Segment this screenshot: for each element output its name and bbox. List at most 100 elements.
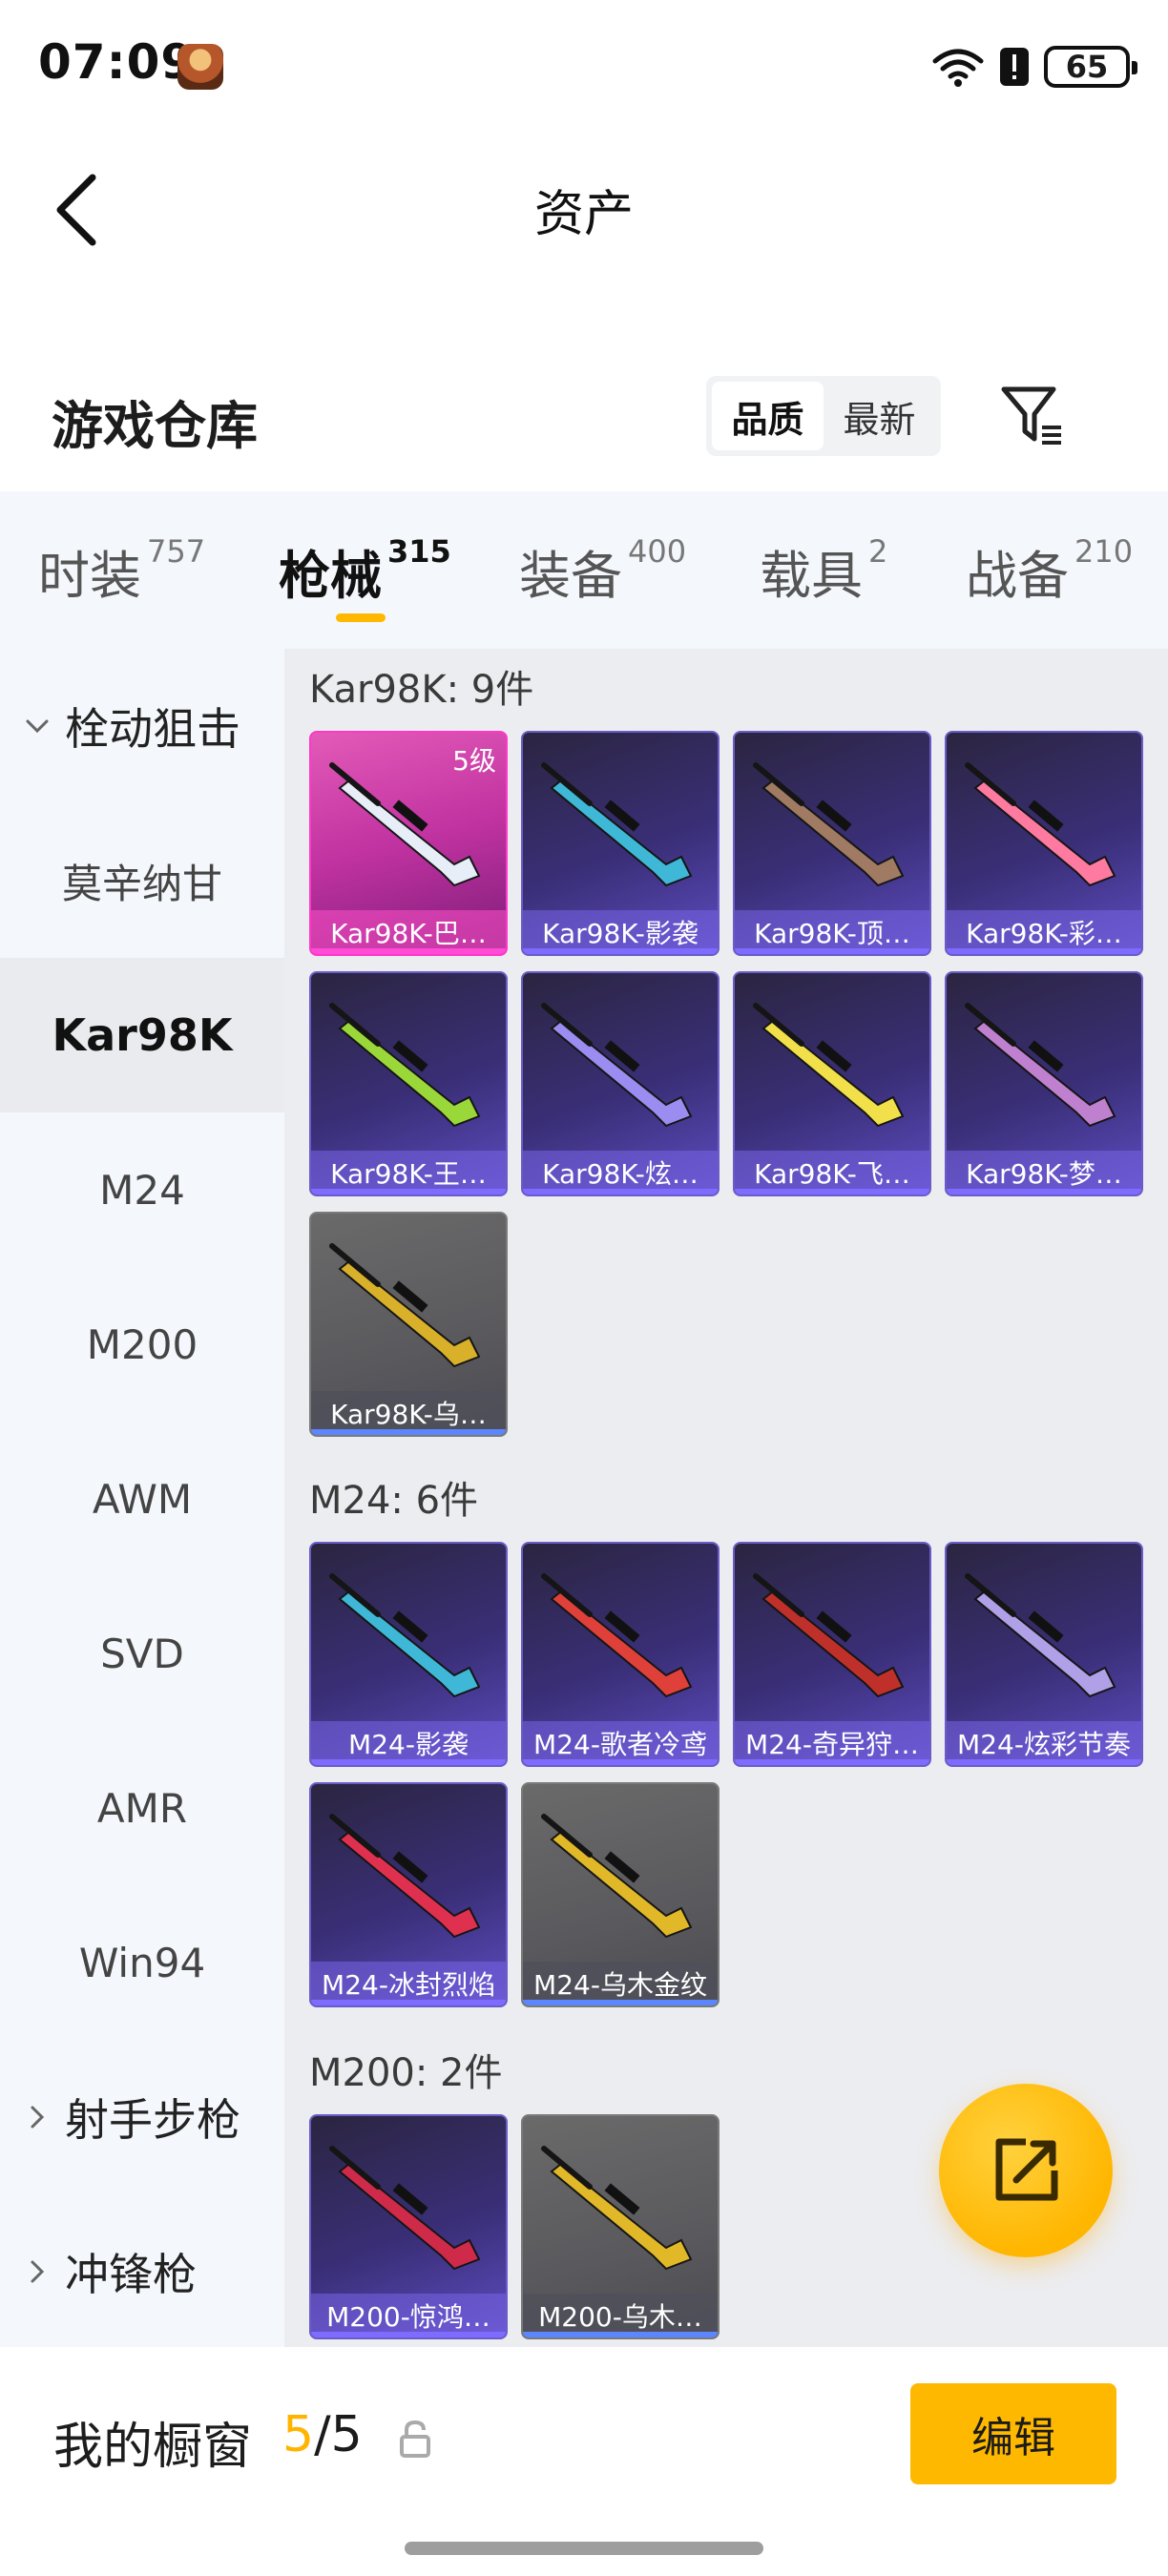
- tab-label: 装备: [519, 546, 622, 606]
- rifle-icon: [329, 1573, 481, 1698]
- rifle-icon: [541, 2146, 693, 2271]
- page-title: 资产: [533, 186, 634, 243]
- rifle-icon: [965, 1003, 1116, 1128]
- showcase-count-current: 5: [282, 2406, 315, 2463]
- skin-card[interactable]: Kar98K-飞…: [733, 971, 931, 1196]
- sidebar-group-marksman[interactable]: 射手步枪: [0, 2040, 284, 2194]
- skin-card[interactable]: Kar98K-顶…: [733, 731, 931, 956]
- skin-card[interactable]: M24-影袭: [309, 1542, 508, 1767]
- skin-card[interactable]: Kar98K-梦…: [945, 971, 1143, 1196]
- share-button[interactable]: [939, 2084, 1113, 2257]
- sort-toggle: 品质 最新: [706, 376, 941, 456]
- skin-card[interactable]: Kar98K-彩…: [945, 731, 1143, 956]
- sidebar-group-smg[interactable]: 冲锋枪: [0, 2194, 284, 2349]
- rifle-icon: [329, 1814, 481, 1939]
- tab-count: 2: [868, 533, 888, 570]
- tab-label: 时装: [38, 546, 141, 606]
- filter-button[interactable]: [998, 382, 1067, 450]
- group-title: M200: 2件: [309, 2051, 503, 2095]
- rifle-icon: [329, 2146, 481, 2271]
- rarity-bar: [735, 1759, 929, 1765]
- rifle-icon: [541, 1003, 693, 1128]
- skin-card[interactable]: M24-冰封烈焰: [309, 1782, 508, 2007]
- skin-card[interactable]: Kar98K-炫…: [521, 971, 720, 1196]
- group-title: M24: 6件: [309, 1479, 479, 1523]
- sort-quality-option[interactable]: 品质: [712, 382, 824, 450]
- skin-card[interactable]: M200-乌木…: [521, 2114, 720, 2339]
- tab-equipment[interactable]: 装备 400: [519, 533, 686, 610]
- sidebar-item-awm[interactable]: AWM: [0, 1422, 284, 1576]
- rarity-bar: [311, 1429, 506, 1435]
- share-external-icon: [995, 2138, 1058, 2201]
- sidebar-item-win94[interactable]: Win94: [0, 1885, 284, 2040]
- category-tabs: 时装 757 枪械 315 装备 400 载具 2 战备 210: [0, 491, 1168, 649]
- edit-button[interactable]: 编辑: [910, 2383, 1116, 2484]
- sidebar-item-svd[interactable]: SVD: [0, 1576, 284, 1731]
- tab-count: 400: [628, 533, 687, 570]
- sidebar-group-bolt-action[interactable]: 栓动狙击: [0, 649, 284, 803]
- tab-vehicles[interactable]: 载具 2: [760, 533, 887, 610]
- rarity-bar: [311, 1189, 506, 1195]
- rarity-bar: [735, 1189, 929, 1195]
- chevron-down-icon: [23, 649, 52, 803]
- rifle-icon: [753, 1573, 905, 1698]
- skin-card[interactable]: M24-乌木金纹: [521, 1782, 720, 2007]
- tab-battle-gear[interactable]: 战备 210: [966, 533, 1133, 610]
- home-indicator: [405, 2542, 763, 2555]
- rifle-icon: [329, 1003, 481, 1128]
- status-time: 07:09: [38, 34, 196, 90]
- rifle-icon: [541, 1573, 693, 1698]
- skin-card[interactable]: Kar98K-王…: [309, 971, 508, 1196]
- warehouse-header: 游戏仓库 品质 最新: [0, 353, 1168, 487]
- rifle-icon: [965, 1573, 1116, 1698]
- wifi-icon: [932, 49, 984, 87]
- sidebar-item-amr[interactable]: AMR: [0, 1731, 284, 1885]
- rarity-bar: [523, 1189, 718, 1195]
- skin-card[interactable]: M24-炫彩节奏: [945, 1542, 1143, 1767]
- sidebar-group-label: 射手步枪: [65, 2094, 240, 2146]
- sidebar-group-label: 冲锋枪: [65, 2249, 197, 2300]
- tab-label: 战备: [966, 546, 1069, 606]
- warehouse-title: 游戏仓库: [52, 396, 258, 456]
- skin-card[interactable]: Kar98K-影袭: [521, 731, 720, 956]
- skin-card[interactable]: M24-歌者冷鸢: [521, 1542, 720, 1767]
- sidebar-item-mosin[interactable]: 莫辛纳甘: [0, 803, 284, 958]
- rifle-icon: [753, 762, 905, 887]
- showcase-label: 我的橱窗: [53, 2419, 253, 2476]
- rarity-bar: [947, 1189, 1141, 1195]
- skin-card[interactable]: 5级 Kar98K-巴…: [309, 731, 508, 956]
- game-app-avatar-icon: [177, 44, 223, 90]
- tab-count: 210: [1074, 533, 1134, 570]
- rarity-bar: [311, 2332, 506, 2337]
- weapon-type-sidebar: 栓动狙击 莫辛纳甘 Kar98K M24 M200 AWM SVD AMR Wi…: [0, 649, 284, 2347]
- status-icons: 65: [931, 42, 1137, 92]
- skin-card[interactable]: M200-惊鸿…: [309, 2114, 508, 2339]
- sidebar-item-kar98k[interactable]: Kar98K: [0, 958, 284, 1112]
- sidebar-item-m24[interactable]: M24: [0, 1112, 284, 1267]
- tab-fashion[interactable]: 时装 757: [38, 533, 205, 610]
- showcase-count: 5/5: [282, 2406, 363, 2463]
- rarity-bar: [735, 948, 929, 954]
- filter-icon: [1001, 386, 1061, 445]
- battery-icon: 65: [1044, 46, 1137, 88]
- rarity-bar: [311, 1759, 506, 1765]
- status-bar: 07:09 65: [0, 0, 1168, 134]
- chevron-right-icon: [23, 2194, 52, 2349]
- rarity-bar: [523, 1759, 718, 1765]
- rarity-bar: [523, 948, 718, 954]
- sidebar-item-m200[interactable]: M200: [0, 1267, 284, 1422]
- tab-firearms[interactable]: 枪械 315: [279, 533, 451, 610]
- skin-card[interactable]: M24-奇异狩…: [733, 1542, 931, 1767]
- tab-label: 枪械: [279, 546, 382, 606]
- skin-card[interactable]: Kar98K-乌…: [309, 1212, 508, 1437]
- rifle-icon: [329, 1243, 481, 1368]
- sort-newest-option[interactable]: 最新: [824, 382, 935, 450]
- alert-icon: [1000, 48, 1029, 86]
- rarity-bar: [311, 948, 506, 954]
- tab-label: 载具: [760, 546, 863, 606]
- sidebar-group-label: 栓动狙击: [65, 703, 240, 755]
- rarity-bar: [523, 2000, 718, 2005]
- rifle-icon: [541, 1814, 693, 1939]
- rifle-icon: [753, 1003, 905, 1128]
- tab-count: 757: [147, 533, 206, 570]
